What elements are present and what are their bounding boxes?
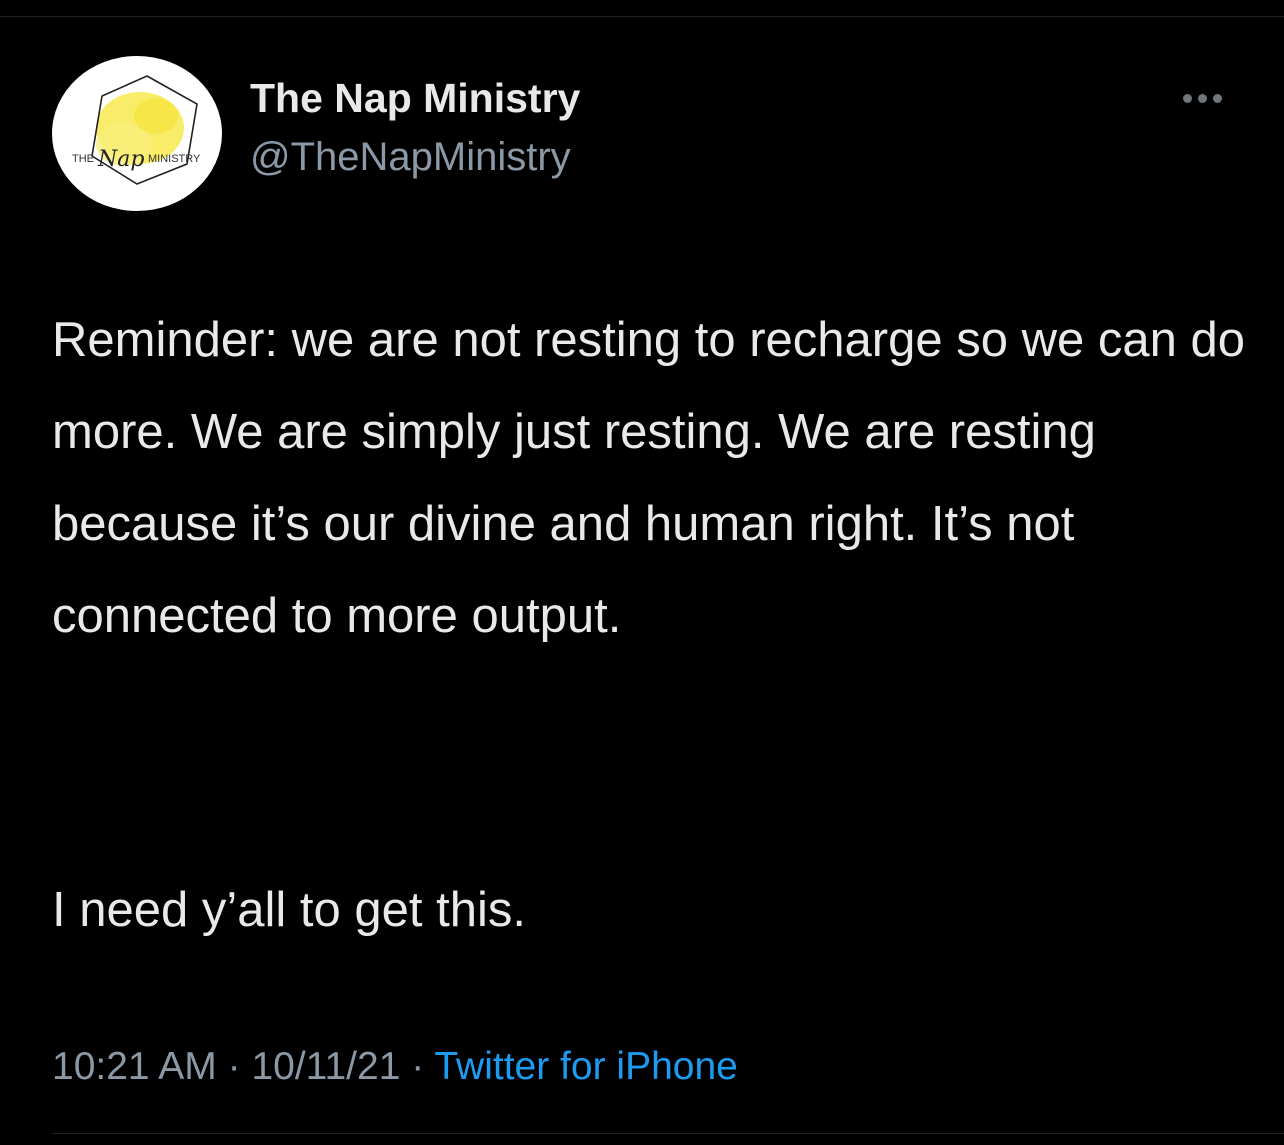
meta-separator: ·	[411, 1045, 425, 1088]
nap-ministry-logo: THE Nap MINISTRY	[72, 75, 201, 185]
tweet-source-link[interactable]: Twitter for iPhone	[434, 1045, 737, 1088]
author-name[interactable]: The Nap Ministry	[250, 72, 580, 124]
bottom-divider	[52, 1133, 1284, 1134]
author-handle[interactable]: @TheNapMinistry	[250, 132, 571, 182]
top-divider	[0, 16, 1284, 17]
tweet-time[interactable]: 10:21 AM	[52, 1045, 217, 1088]
tweet-body-paragraph-1: Reminder: we are not resting to recharge…	[52, 313, 1245, 643]
tweet-date[interactable]: 10/11/21	[251, 1045, 400, 1088]
logo-word-the: THE	[72, 153, 94, 165]
logo-word-ministry: MINISTRY	[148, 153, 201, 165]
tweet-body-paragraph-2: I need y’all to get this.	[52, 883, 526, 937]
meta-separator: ·	[227, 1045, 241, 1088]
more-horizontal-icon	[1182, 93, 1192, 103]
more-horizontal-icon-dot	[1212, 93, 1222, 103]
more-horizontal-icon-dot	[1197, 93, 1207, 103]
more-options-button[interactable]	[1172, 84, 1232, 112]
tweet-meta: 10:21 AM · 10/11/21 · Twitter for iPhone	[52, 1040, 738, 1094]
logo-word-nap: Nap	[97, 147, 144, 172]
avatar[interactable]: THE Nap MINISTRY	[52, 56, 222, 211]
